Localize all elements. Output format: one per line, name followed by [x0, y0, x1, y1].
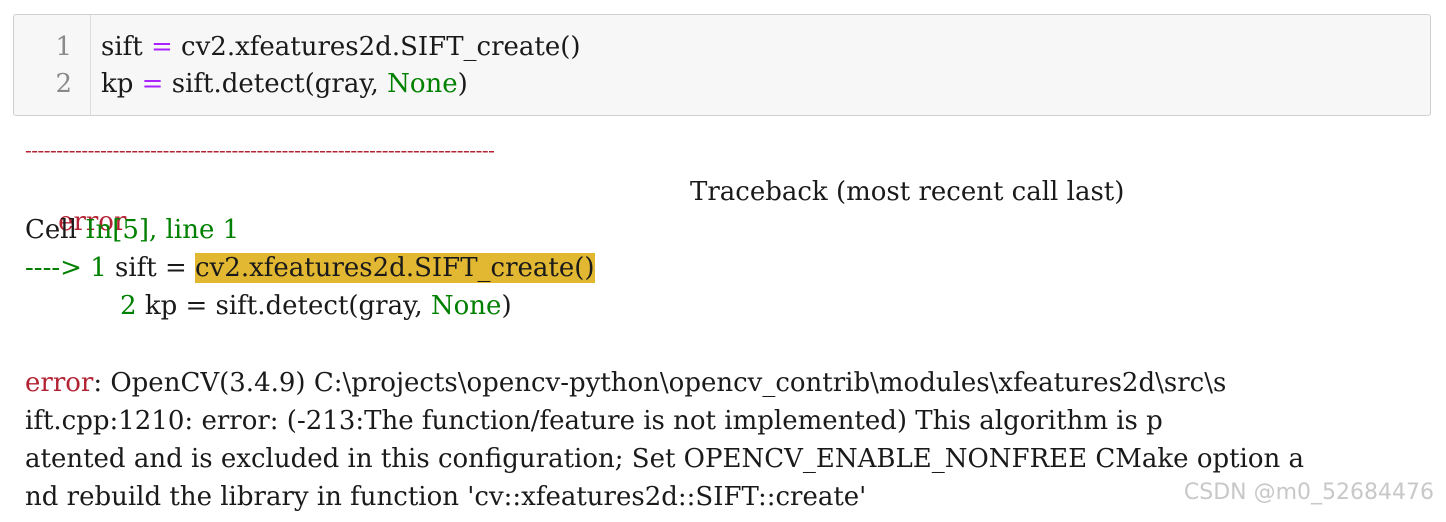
code-text: ) — [457, 69, 468, 99]
traceback-header: Traceback (most recent call last) — [690, 177, 1125, 207]
cell-reference-line: Cell In[5], line 1 — [25, 215, 239, 245]
code-text: kp = sift.detect(gray, — [144, 291, 431, 321]
code-text: cv2.xfeatures2d.SIFT_create() — [172, 32, 581, 62]
code-text: sift = — [115, 253, 196, 283]
cell-ref: In[5], line 1 — [85, 215, 240, 245]
highlighted-call: cv2.xfeatures2d.SIFT_create() — [195, 253, 595, 283]
cell-prefix: Cell — [25, 215, 86, 245]
error-name: error — [25, 368, 94, 398]
operator: = — [141, 69, 164, 99]
arrow-marker: ----> 1 — [25, 253, 115, 283]
code-text: sift — [101, 32, 151, 62]
traceback-line-2: 2 kp = sift.detect(gray, None) — [120, 291, 512, 321]
keyword: None — [430, 291, 502, 321]
error-message: : OpenCV(3.4.9) C:\projects\opencv-pytho… — [93, 368, 1227, 398]
error-message-line: error: OpenCV(3.4.9) C:\projects\opencv-… — [25, 368, 1226, 398]
error-message-line: atented and is excluded in this configur… — [25, 444, 1305, 474]
line-number: 1 — [55, 32, 72, 62]
code-text: kp — [101, 69, 142, 99]
line-number: 2 — [120, 291, 145, 321]
code-line-1[interactable]: sift = cv2.xfeatures2d.SIFT_create() — [101, 32, 581, 62]
code-text: ) — [501, 291, 512, 321]
operator: = — [151, 32, 173, 62]
watermark: CSDN @m0_52684476 — [1183, 480, 1434, 505]
code-line-2[interactable]: kp = sift.detect(gray, None) — [101, 69, 468, 99]
code-text: sift.detect(gray, — [163, 69, 388, 99]
keyword: None — [387, 69, 458, 99]
line-number: 2 — [55, 69, 72, 99]
line-number-gutter: 1 2 — [14, 15, 91, 115]
error-message-line: nd rebuild the library in function 'cv::… — [25, 482, 867, 512]
code-cell[interactable]: 1 2 sift = cv2.xfeatures2d.SIFT_create()… — [13, 14, 1431, 116]
error-message-line: ift.cpp:1210: error: (-213:The function/… — [25, 406, 1163, 436]
traceback-line-1: ----> 1 sift = cv2.xfeatures2d.SIFT_crea… — [25, 253, 595, 283]
traceback-separator: ----------------------------------------… — [25, 138, 495, 162]
